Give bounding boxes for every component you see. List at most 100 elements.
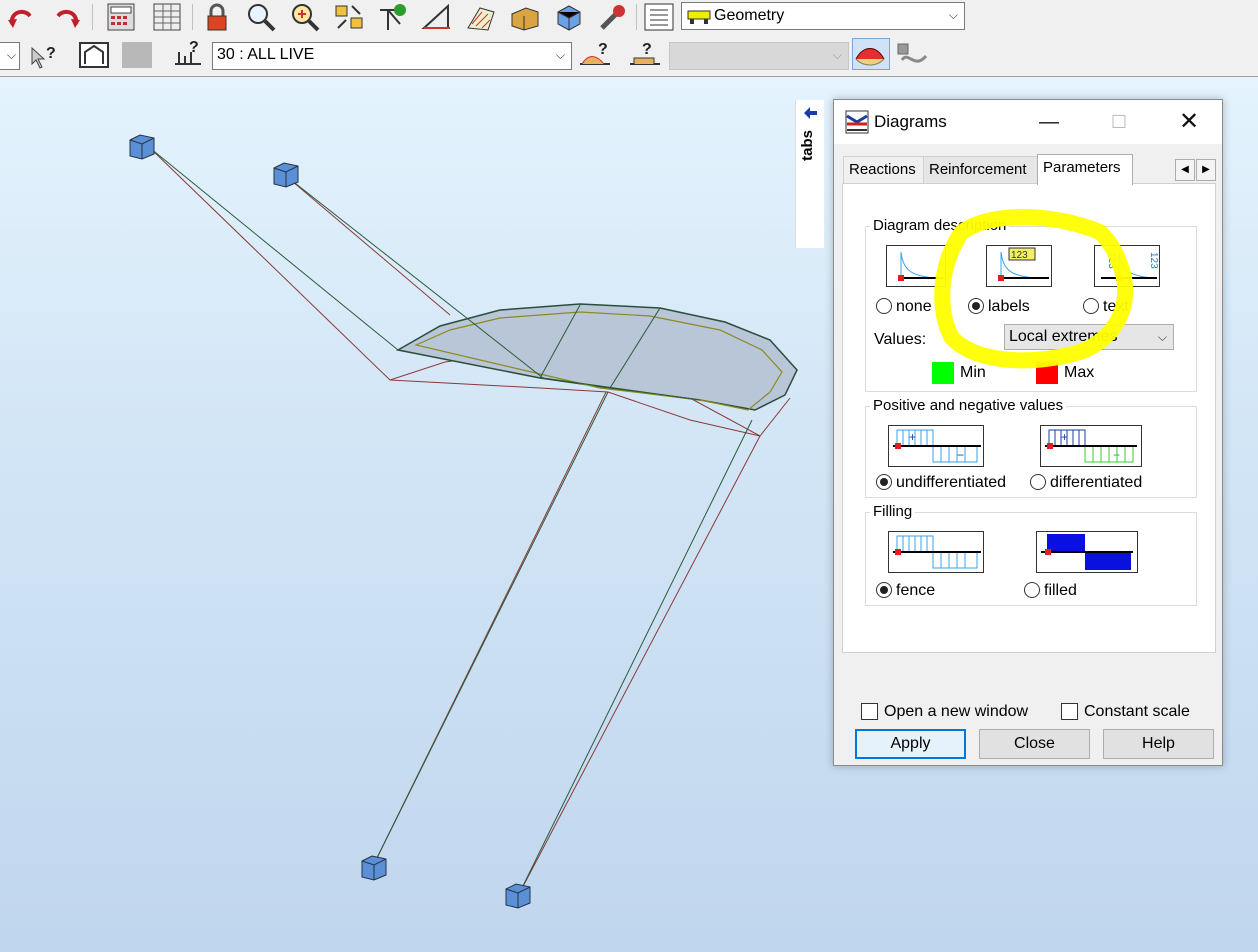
- diagrams-app-icon: [845, 110, 869, 134]
- values-select[interactable]: Local extremes ⌵: [1004, 324, 1174, 350]
- load-case-combo[interactable]: 30 : ALL LIVE ⌵: [212, 42, 572, 70]
- radio-dot[interactable]: [1030, 474, 1046, 490]
- svg-text:−: −: [1113, 448, 1120, 462]
- support-node[interactable]: [129, 134, 155, 160]
- radio-none[interactable]: none: [876, 297, 932, 317]
- checkbox-box[interactable]: [1061, 703, 1078, 720]
- radio-dot[interactable]: [1083, 298, 1099, 314]
- svg-text:?: ?: [642, 41, 652, 58]
- radio-undifferentiated[interactable]: undifferentiated: [876, 473, 1006, 493]
- checkbox-label: Constant scale: [1084, 703, 1190, 720]
- map-help-icon[interactable]: ?: [628, 40, 662, 70]
- dialog-title: Diagrams: [874, 112, 947, 131]
- hatch-icon[interactable]: [464, 2, 498, 32]
- left-combo[interactable]: ⌵: [0, 42, 20, 70]
- 3d-box-icon[interactable]: [552, 2, 586, 32]
- support-node[interactable]: [505, 883, 531, 909]
- table-icon[interactable]: [150, 2, 184, 32]
- side-tabs-panel[interactable]: tabs: [795, 100, 824, 248]
- measure-icon[interactable]: [420, 2, 454, 32]
- support-node[interactable]: [273, 162, 299, 188]
- load-case-help-icon[interactable]: ?: [171, 38, 205, 68]
- pointer-help-icon[interactable]: ?: [26, 40, 60, 70]
- chevron-down-icon: ⌵: [948, 8, 958, 22]
- text-preview-icon: 123 123: [1094, 245, 1160, 287]
- radio-label: labels: [988, 298, 1030, 315]
- apply-button[interactable]: Apply: [855, 729, 966, 759]
- tab-scroll-right-icon[interactable]: ▶: [1196, 159, 1216, 181]
- checkbox-box[interactable]: [861, 703, 878, 720]
- open-new-window-checkbox[interactable]: Open a new window: [861, 702, 1028, 722]
- svg-text:?: ?: [46, 45, 56, 62]
- radio-dot[interactable]: [876, 298, 892, 314]
- radio-dot[interactable]: [876, 474, 892, 490]
- structure-axis-icon[interactable]: [376, 2, 410, 32]
- checkbox-label: Open a new window: [884, 703, 1029, 720]
- redo-icon[interactable]: [50, 2, 84, 32]
- filled-preview-icon: [1036, 531, 1138, 573]
- tab-parameters[interactable]: Parameters: [1037, 154, 1133, 185]
- zoom-window-icon[interactable]: [288, 2, 322, 32]
- radio-dot[interactable]: [968, 298, 984, 314]
- help-button[interactable]: Help: [1103, 729, 1214, 759]
- group-title: Diagram description: [870, 217, 1010, 234]
- chevron-down-icon: ⌵: [832, 48, 842, 62]
- none-preview-icon: [886, 245, 946, 287]
- diagrams-tool-icon[interactable]: [852, 38, 890, 70]
- side-tab-label[interactable]: tabs: [799, 130, 816, 161]
- radio-dot[interactable]: [1024, 582, 1040, 598]
- radio-fence[interactable]: fence: [876, 581, 935, 601]
- group-title: Positive and negative values: [870, 397, 1067, 414]
- group-title: Filling: [870, 503, 916, 520]
- max-color-swatch[interactable]: [1036, 362, 1058, 384]
- calculator-icon[interactable]: [104, 2, 138, 32]
- wave-tool-icon[interactable]: [896, 40, 930, 70]
- values-label: Values:: [874, 331, 927, 348]
- radio-label: undifferentiated: [896, 474, 1007, 491]
- lock-icon[interactable]: [200, 2, 234, 32]
- secondary-toolbar: ⌵ ? ? 30 : ALL LIVE ⌵ ? ? ⌵: [0, 34, 1258, 77]
- section-icon[interactable]: [508, 2, 542, 32]
- differentiated-preview-icon: + −: [1040, 425, 1142, 467]
- tab-label: Reinforcement: [929, 161, 1027, 178]
- main-toolbar: Geometry ⌵: [0, 0, 1258, 35]
- close-button[interactable]: Close: [979, 729, 1090, 759]
- tab-label: Parameters: [1043, 159, 1121, 176]
- view-combo[interactable]: Geometry ⌵: [681, 2, 965, 30]
- undo-icon[interactable]: [4, 2, 38, 32]
- values-select-value: Local extremes: [1009, 328, 1118, 345]
- labels-icon-text: 123: [1011, 250, 1028, 261]
- wrench-icon[interactable]: [596, 2, 630, 32]
- undifferentiated-preview-icon: + −: [888, 425, 984, 467]
- close-window-button[interactable]: ✕: [1166, 106, 1212, 138]
- layout-icon[interactable]: [642, 2, 676, 32]
- frame-view-icon[interactable]: [77, 40, 111, 70]
- dialog-titlebar[interactable]: Diagrams — ☐ ✕: [834, 100, 1222, 144]
- zoom-icon[interactable]: [244, 2, 278, 32]
- max-label: Max: [1064, 364, 1095, 381]
- arrow-left-icon[interactable]: [802, 106, 818, 120]
- chevron-down-icon: ⌵: [1157, 330, 1167, 344]
- diagrams-dialog: Diagrams — ☐ ✕ Reactions Reinforcement P…: [833, 99, 1223, 766]
- support-node[interactable]: [361, 855, 387, 881]
- radio-label: fence: [896, 582, 936, 599]
- tab-scroll-left-icon[interactable]: ◀: [1175, 159, 1195, 181]
- pos-neg-values-group: Positive and negative values + − + − undif…: [865, 397, 1197, 498]
- snap-settings-icon[interactable]: [332, 2, 366, 32]
- text-icon-text-2: 123: [1148, 252, 1159, 269]
- text-icon-text-1: 123: [1106, 252, 1117, 269]
- tab-reinforcement[interactable]: Reinforcement: [923, 156, 1043, 183]
- radio-text[interactable]: text: [1083, 297, 1129, 317]
- radio-labels[interactable]: labels: [968, 297, 1030, 317]
- radio-dot[interactable]: [876, 582, 892, 598]
- diagram-description-group: Diagram description 123 123 123 none labe…: [865, 217, 1197, 392]
- diagram-help-icon[interactable]: ?: [578, 40, 612, 70]
- min-color-swatch[interactable]: [932, 362, 954, 384]
- minimize-button[interactable]: —: [1026, 106, 1072, 138]
- constant-scale-checkbox[interactable]: Constant scale: [1061, 702, 1190, 722]
- radio-filled[interactable]: filled: [1024, 581, 1077, 601]
- radio-differentiated[interactable]: differentiated: [1030, 473, 1142, 493]
- parameters-page: Diagram description 123 123 123 none labe…: [842, 183, 1216, 653]
- tab-reactions[interactable]: Reactions: [843, 156, 927, 183]
- radio-label: text: [1103, 298, 1129, 315]
